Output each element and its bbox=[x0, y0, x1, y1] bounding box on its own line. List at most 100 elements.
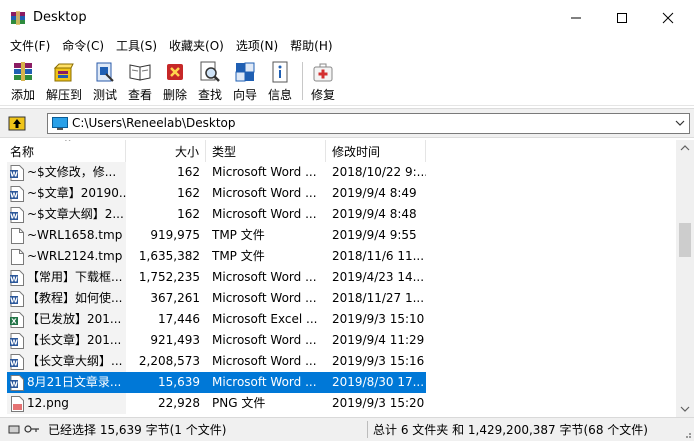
file-size: 1,752,235 bbox=[138, 270, 200, 284]
file-row[interactable]: ~WRL1658.tmp 919,975 TMP 文件 2019/9/4 9:55 bbox=[0, 225, 676, 246]
winrar-icon bbox=[11, 11, 25, 25]
file-type: Microsoft Word ... bbox=[212, 333, 317, 347]
svg-text:W: W bbox=[10, 276, 18, 284]
test-icon bbox=[96, 62, 114, 82]
file-row[interactable]: W ~$文修改，修... 162 Microsoft Word ... 2018/10/… bbox=[0, 162, 676, 183]
file-row[interactable]: W 8月21日文章录... 15,639 Microsoft Word ... 2019… bbox=[0, 372, 676, 393]
menu-file[interactable]: 文件(F) bbox=[4, 36, 56, 56]
maximize-icon bbox=[617, 13, 627, 23]
file-type: Microsoft Word ... bbox=[212, 165, 317, 179]
column-size[interactable]: 大小 bbox=[126, 140, 206, 162]
file-row[interactable]: W 【常用】下载框... 1,752,235 Microsoft Word ... 20… bbox=[0, 267, 676, 288]
address-bar: C:\Users\Reneelab\Desktop bbox=[0, 108, 694, 138]
file-row[interactable]: W ~$文章】20190... 162 Microsoft Word ... 2019/… bbox=[0, 183, 676, 204]
view-label: 查看 bbox=[127, 88, 152, 102]
file-row[interactable]: W 【长文章大纲】... 2,208,573 Microsoft Word ... 20… bbox=[0, 351, 676, 372]
svg-text:W: W bbox=[10, 339, 18, 347]
word-doc-icon: W bbox=[10, 375, 24, 391]
file-row[interactable]: 12.png 22,928 PNG 文件 2019/9/3 15:20 bbox=[0, 393, 676, 414]
column-size-label: 大小 bbox=[174, 145, 199, 159]
delete-button[interactable]: 删除 bbox=[157, 58, 193, 104]
minimize-icon bbox=[571, 17, 581, 19]
info-button[interactable]: 信息 bbox=[262, 58, 298, 104]
word-doc-icon: W bbox=[10, 333, 24, 349]
png-image-icon bbox=[10, 396, 24, 412]
desktop-icon bbox=[52, 117, 68, 130]
file-row[interactable]: W ~$文章大纲】2... 162 Microsoft Word ... 2019/9/… bbox=[0, 204, 676, 225]
wizard-icon bbox=[235, 62, 255, 82]
file-size: 162 bbox=[177, 207, 200, 221]
window-title: Desktop bbox=[33, 10, 87, 25]
sort-ascending-icon: ^ bbox=[64, 140, 72, 148]
repair-button[interactable]: 修复 bbox=[305, 58, 341, 104]
blank-file-icon bbox=[10, 249, 24, 265]
wizard-button[interactable]: 向导 bbox=[227, 58, 263, 104]
excel-doc-icon: X bbox=[10, 312, 24, 328]
vertical-scrollbar[interactable] bbox=[676, 140, 694, 417]
scroll-down-icon[interactable] bbox=[676, 400, 694, 417]
word-doc-icon: W bbox=[10, 207, 24, 223]
menu-commands[interactable]: 命令(C) bbox=[56, 36, 110, 56]
column-type-label: 类型 bbox=[212, 145, 237, 159]
file-type: TMP 文件 bbox=[212, 228, 265, 242]
file-size: 1,635,382 bbox=[138, 249, 200, 263]
selection-status: 已经选择 15,639 字节(1 个文件) bbox=[48, 423, 227, 437]
toolbar-separator bbox=[302, 62, 303, 100]
chevron-down-icon[interactable] bbox=[674, 117, 686, 129]
file-name: 12.png bbox=[27, 396, 69, 410]
file-name: ~$文修改，修... bbox=[27, 165, 117, 179]
file-name: 【长文章】201... bbox=[27, 333, 122, 347]
menu-favorites[interactable]: 收藏夹(O) bbox=[163, 36, 230, 56]
up-folder-icon[interactable] bbox=[8, 115, 26, 131]
path-field[interactable]: C:\Users\Reneelab\Desktop bbox=[47, 113, 690, 134]
delete-label: 删除 bbox=[162, 88, 187, 102]
svg-text:W: W bbox=[10, 360, 18, 368]
repair-label: 修复 bbox=[310, 88, 335, 102]
file-type: Microsoft Word ... bbox=[212, 186, 317, 200]
file-type: TMP 文件 bbox=[212, 249, 265, 263]
column-modified-label: 修改时间 bbox=[332, 145, 381, 159]
extract-to-label: 解压到 bbox=[46, 88, 83, 102]
file-name: ~$文章】20190... bbox=[27, 186, 126, 200]
file-row[interactable]: W 【长文章】201... 921,493 Microsoft Word ... 201… bbox=[0, 330, 676, 351]
word-doc-icon: W bbox=[10, 270, 24, 286]
word-doc-icon: W bbox=[10, 165, 24, 181]
menu-tools[interactable]: 工具(S) bbox=[110, 36, 163, 56]
view-button[interactable]: 查看 bbox=[122, 58, 158, 104]
file-modified: 2019/9/4 11:29 bbox=[332, 333, 425, 347]
file-type: Microsoft Excel ... bbox=[212, 312, 318, 326]
file-name: 【常用】下载框... bbox=[27, 270, 123, 284]
resize-grip-icon[interactable] bbox=[682, 429, 692, 439]
drive-icon bbox=[8, 425, 20, 434]
scroll-up-icon[interactable] bbox=[676, 140, 694, 157]
file-name: 【教程】如何使... bbox=[27, 291, 123, 305]
column-name[interactable]: 名称 ^ bbox=[0, 140, 126, 162]
column-type[interactable]: 类型 bbox=[206, 140, 326, 162]
file-row[interactable]: W 【教程】如何使... 367,261 Microsoft Word ... 2018… bbox=[0, 288, 676, 309]
file-modified: 2018/11/27 1... bbox=[332, 291, 425, 305]
file-size: 921,493 bbox=[150, 333, 200, 347]
extract-to-button[interactable]: 解压到 bbox=[46, 58, 82, 104]
file-row[interactable]: ~WRL2124.tmp 1,635,382 TMP 文件 2018/11/6 11.… bbox=[0, 246, 676, 267]
status-bar: 已经选择 15,639 字节(1 个文件) 总计 6 文件夹 和 1,429,2… bbox=[0, 417, 694, 441]
scrollbar-thumb[interactable] bbox=[679, 223, 691, 257]
info-label: 信息 bbox=[267, 88, 292, 102]
minimize-button[interactable] bbox=[553, 0, 599, 36]
close-button[interactable] bbox=[645, 0, 691, 36]
file-name: 8月21日文章录... bbox=[27, 375, 122, 389]
test-button[interactable]: 测试 bbox=[87, 58, 123, 104]
file-modified: 2018/10/22 9:... bbox=[332, 165, 426, 179]
close-icon bbox=[662, 12, 674, 24]
menu-options[interactable]: 选项(N) bbox=[230, 36, 284, 56]
menu-help[interactable]: 帮助(H) bbox=[284, 36, 338, 56]
find-button[interactable]: 查找 bbox=[192, 58, 228, 104]
file-size: 367,261 bbox=[150, 291, 200, 305]
svg-text:W: W bbox=[10, 213, 18, 221]
maximize-button[interactable] bbox=[599, 0, 645, 36]
file-row[interactable]: X 【已发放】201... 17,446 Microsoft Excel ... 201… bbox=[0, 309, 676, 330]
add-button[interactable]: 添加 bbox=[5, 58, 41, 104]
file-list: 名称 ^ 大小 类型 修改时间 W ~$文修改，修... 162 Microsoft … bbox=[0, 140, 694, 417]
file-modified: 2019/9/4 9:55 bbox=[332, 228, 417, 242]
file-name: 【已发放】201... bbox=[27, 312, 122, 326]
column-modified[interactable]: 修改时间 bbox=[326, 140, 426, 162]
